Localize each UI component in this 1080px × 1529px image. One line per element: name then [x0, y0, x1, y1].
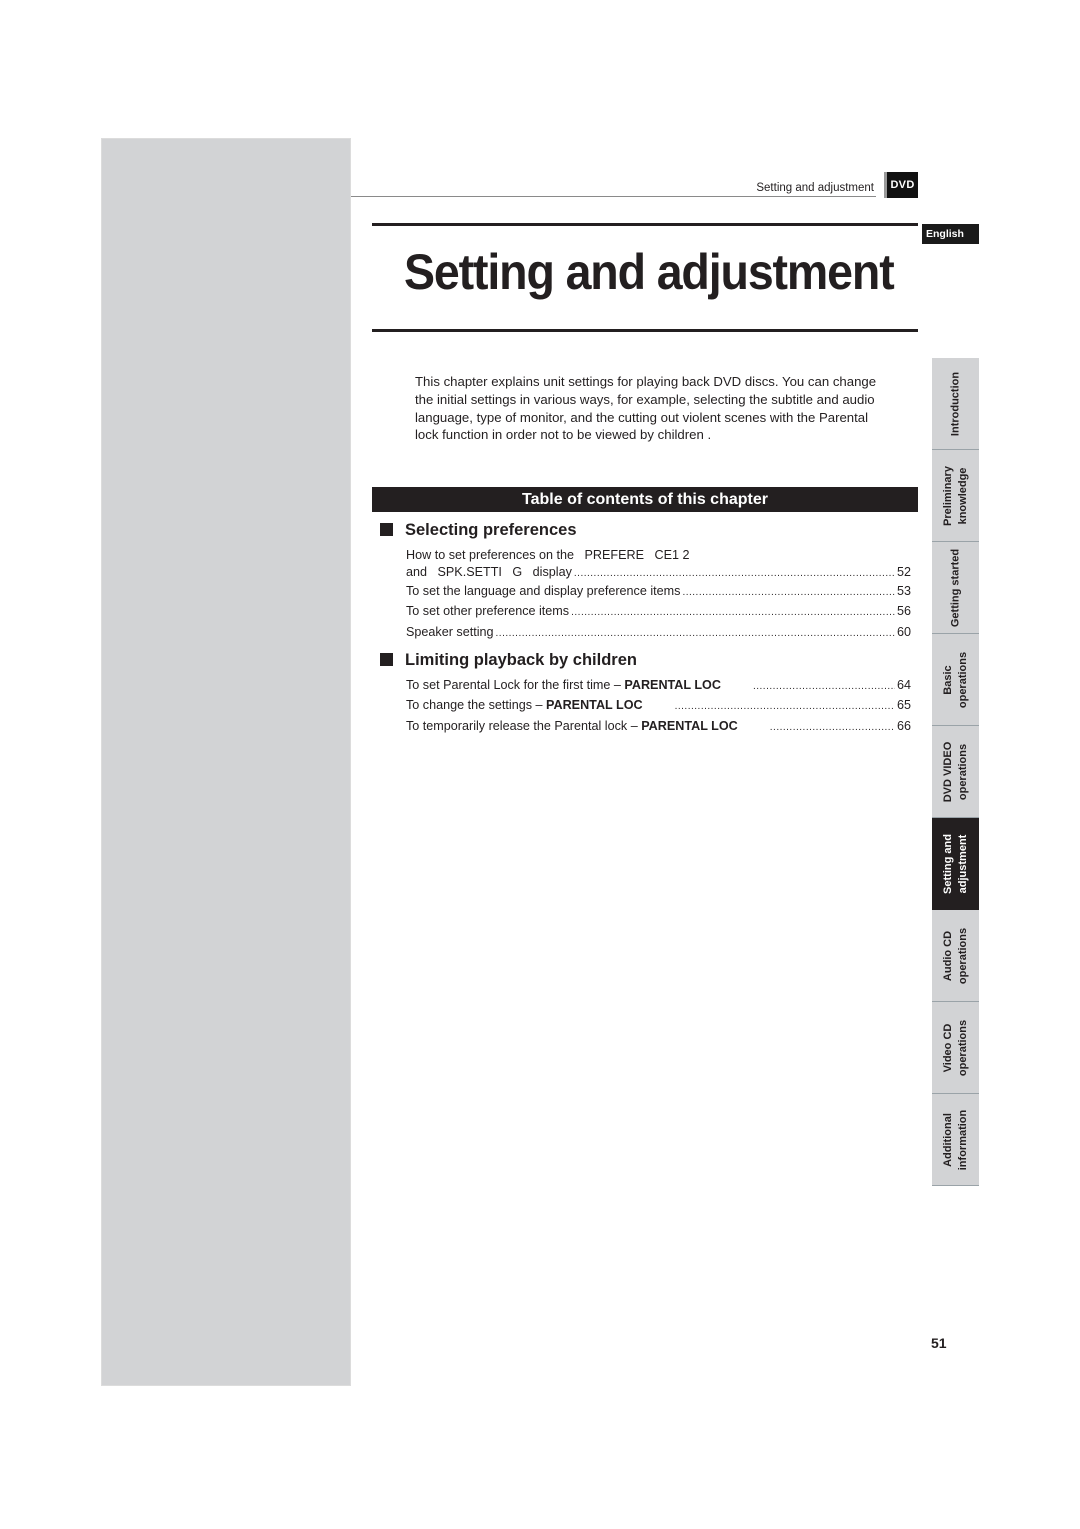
toc-entry[interactable]: Speaker setting 60	[406, 624, 911, 642]
dot-leader	[675, 699, 895, 715]
tab-label: Preliminary	[941, 465, 954, 526]
language-badge: English	[922, 224, 979, 244]
toc-entry-page: 65	[896, 698, 911, 712]
toc-entry-page: 64	[896, 678, 911, 692]
toc-entry-label: and SPK.SETTI G display	[406, 565, 572, 579]
title-rule-top	[372, 223, 918, 226]
toc-entry-label: Speaker setting	[406, 625, 494, 639]
chapter-tab-getting-started[interactable]: Getting started	[932, 542, 979, 634]
toc-entry-page: 52	[896, 565, 911, 579]
tab-label: Audio CD	[941, 930, 954, 981]
dot-leader	[753, 679, 895, 695]
chapter-tab-setting-and-adjustment[interactable]: Setting and adjustment	[932, 818, 979, 910]
toc-entry-page: 56	[896, 604, 911, 618]
toc-entry-label: To set other preference items	[406, 604, 570, 618]
tab-label: operations	[956, 743, 969, 800]
intro-paragraph: This chapter explains unit settings for …	[415, 374, 877, 443]
header-rule	[351, 196, 876, 197]
toc-entry-page: 66	[896, 719, 911, 733]
toc-entry[interactable]: To set the language and display preferen…	[406, 583, 911, 601]
toc-entry-page: 53	[896, 584, 911, 598]
tab-label: Video CD	[941, 1023, 954, 1072]
title-rule-bottom	[372, 329, 918, 332]
toc-entry-label: To set Parental Lock for the first time …	[406, 678, 721, 692]
tab-label: knowledge	[956, 467, 969, 524]
tab-label: adjustment	[956, 834, 969, 893]
toc-entry[interactable]: To set Parental Lock for the first time …	[406, 677, 911, 695]
chapter-tab-basic-operations[interactable]: Basic operations	[932, 634, 979, 726]
toc-entry[interactable]: and SPK.SETTI G display 52	[406, 564, 911, 582]
toc-entry[interactable]: To temporarily release the Parental lock…	[406, 718, 911, 736]
chapter-tab-preliminary-knowledge[interactable]: Preliminary knowledge	[932, 450, 979, 542]
chapter-tab-dvd-video-operations[interactable]: DVD VIDEO operations	[932, 726, 979, 818]
tab-label: Basic	[941, 664, 954, 695]
tab-label: Getting started	[949, 548, 961, 627]
section-title: Selecting preferences	[405, 521, 577, 539]
dot-leader	[770, 720, 895, 736]
toc-heading: Table of contents of this chapter	[372, 487, 918, 512]
toc-entry-page: 60	[896, 625, 911, 639]
toc-section-limiting-playback[interactable]: Limiting playback by children	[380, 651, 637, 670]
tab-label: information	[956, 1109, 969, 1170]
toc-entry-label: To temporarily release the Parental lock…	[406, 719, 738, 733]
toc-entry-label: To set the language and display preferen…	[406, 584, 681, 598]
dvd-format-badge: DVD	[884, 172, 918, 198]
tab-label: operations	[956, 927, 969, 984]
dot-leader	[574, 566, 895, 582]
dot-leader	[571, 605, 895, 621]
section-title: Limiting playback by children	[405, 651, 637, 669]
toc-entry[interactable]: To change the settings – PARENTAL LOC 65	[406, 697, 911, 715]
tab-label: Setting and	[941, 833, 954, 894]
dot-leader	[682, 585, 895, 601]
running-header-title: Setting and adjustment	[756, 182, 874, 194]
tab-label: Introduction	[949, 371, 961, 436]
chapter-tabs: Introduction Preliminary knowledge Gettin…	[932, 358, 979, 1186]
tab-label: Additional	[941, 1112, 954, 1167]
square-bullet-icon	[380, 523, 393, 536]
toc-section-selecting-preferences[interactable]: Selecting preferences	[380, 521, 577, 540]
toc-entry-line: How to set preferences on the PREFERE CE…	[406, 548, 690, 562]
toc-entry[interactable]: To set other preference items 56	[406, 603, 911, 621]
square-bullet-icon	[380, 653, 393, 666]
chapter-tab-additional-information[interactable]: Additional information	[932, 1094, 979, 1186]
toc-entry-label: To change the settings – PARENTAL LOC	[406, 698, 643, 712]
page-number: 51	[931, 1335, 947, 1351]
dot-leader	[496, 626, 895, 642]
tab-label: operations	[956, 651, 969, 708]
tab-label: DVD VIDEO	[941, 741, 954, 802]
tab-label: operations	[956, 1019, 969, 1076]
chapter-tab-audio-cd-operations[interactable]: Audio CD operations	[932, 910, 979, 1002]
page-title: Setting and adjustment	[404, 244, 895, 300]
chapter-tab-video-cd-operations[interactable]: Video CD operations	[932, 1002, 979, 1094]
left-margin-panel	[101, 138, 351, 1386]
chapter-tab-introduction[interactable]: Introduction	[932, 358, 979, 450]
